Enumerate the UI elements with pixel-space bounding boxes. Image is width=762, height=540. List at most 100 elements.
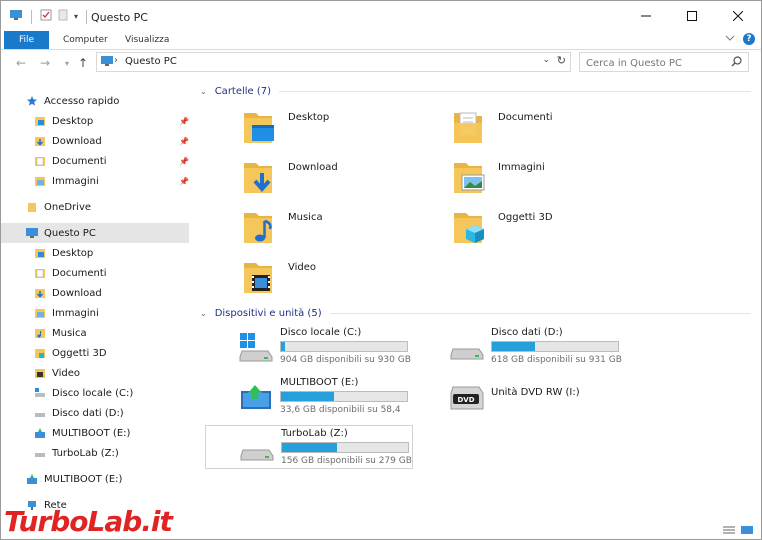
sidebar-item-label: Download	[52, 287, 102, 299]
maximize-button[interactable]	[669, 1, 715, 31]
sidebar-item-label: Documenti	[52, 267, 107, 279]
explorer-window: ▾ Questo PC File Computer Visualizza ? ←…	[0, 0, 762, 540]
details-view-icon[interactable]	[723, 525, 735, 538]
desktop-folder-icon	[33, 114, 47, 128]
address-bar[interactable]: › Questo PC ⌄ ↻	[96, 52, 571, 72]
address-dropdown-icon[interactable]: ⌄	[542, 55, 550, 65]
tab-file[interactable]: File	[4, 31, 49, 49]
new-folder-icon[interactable]	[58, 9, 68, 24]
group-divider	[279, 90, 751, 92]
tab-computer[interactable]: Computer	[63, 31, 108, 49]
collapse-icon[interactable]: ⌄	[200, 309, 207, 318]
folder-desktop[interactable]: Desktop	[242, 107, 329, 147]
view-switcher	[723, 525, 753, 538]
folder-download[interactable]: Download	[242, 157, 338, 197]
devices-group-header[interactable]: ⌄ Dispositivi e unità (5)	[196, 305, 751, 321]
3d-objects-folder-icon	[33, 346, 47, 360]
group-title: Dispositivi e unità (5)	[214, 307, 322, 319]
navigation-pane: Accesso rapido Desktop 📌 Download 📌 Docu…	[1, 85, 191, 539]
usb-drive-icon	[25, 472, 39, 486]
drive-c[interactable]: Disco locale (C:) 904 GB disponibili su …	[238, 325, 446, 369]
folder-musica[interactable]: Musica	[242, 207, 323, 247]
drive-icon	[33, 386, 47, 400]
properties-icon[interactable]	[40, 9, 52, 24]
sidebar-item-label: Download	[52, 135, 102, 147]
capacity-bar-fill	[281, 342, 285, 351]
ribbon-controls: ?	[725, 33, 755, 45]
sidebar-item-musica[interactable]: Musica	[1, 323, 189, 343]
close-button[interactable]	[715, 1, 761, 31]
folder-documenti[interactable]: Documenti	[452, 107, 553, 147]
folder-immagini[interactable]: Immagini	[452, 157, 545, 197]
desktop-folder-icon	[244, 113, 274, 143]
up-button[interactable]: ↑	[75, 55, 91, 71]
drive-label: Unità DVD RW (I:)	[491, 387, 580, 398]
drive-label: Disco locale (C:)	[280, 327, 362, 338]
drive-label: TurboLab (Z:)	[281, 428, 348, 439]
sidebar-item-disco-locale-c[interactable]: Disco locale (C:)	[1, 383, 189, 403]
sidebar-item-desktop[interactable]: Desktop	[1, 243, 189, 263]
drive-free-space: 618 GB disponibili su 931 GB	[491, 355, 622, 365]
pc-icon[interactable]	[9, 9, 23, 24]
sidebar-item-multiboot-e[interactable]: MULTIBOOT (E:)	[1, 423, 189, 443]
folders-group-header[interactable]: ⌄ Cartelle (7)	[196, 83, 751, 99]
pin-icon[interactable]: 📌	[179, 157, 189, 166]
drive-icon	[33, 406, 47, 420]
folder-video[interactable]: Video	[242, 257, 316, 297]
minimize-button[interactable]	[623, 1, 669, 31]
drive-d[interactable]: Disco dati (D:) 618 GB disponibili su 93…	[449, 325, 657, 369]
sidebar-item-oggetti-3d[interactable]: Oggetti 3D	[1, 343, 189, 363]
sidebar-item-video[interactable]: Video	[1, 363, 189, 383]
search-icon[interactable]	[731, 56, 742, 70]
back-button[interactable]: ←	[13, 55, 29, 71]
svg-text:DVD: DVD	[457, 396, 474, 404]
video-folder-icon	[244, 263, 272, 293]
expand-ribbon-icon[interactable]	[725, 34, 735, 45]
sidebar-item-download-quick[interactable]: Download 📌	[1, 131, 189, 151]
sidebar-item-accesso-rapido[interactable]: Accesso rapido	[1, 91, 189, 111]
sidebar-item-label: TurboLab (Z:)	[52, 447, 119, 459]
sidebar-item-multiboot-e-root[interactable]: MULTIBOOT (E:)	[1, 469, 189, 489]
sidebar-item-label: Oggetti 3D	[52, 347, 107, 359]
desktop-folder-icon	[33, 246, 47, 260]
search-box[interactable]	[579, 52, 749, 72]
help-icon[interactable]: ?	[743, 33, 755, 45]
documents-folder-icon	[33, 154, 47, 168]
sidebar-item-documenti-quick[interactable]: Documenti 📌	[1, 151, 189, 171]
sidebar-item-label: Disco locale (C:)	[52, 387, 134, 399]
capacity-bar-fill	[281, 392, 334, 401]
pin-icon[interactable]: 📌	[179, 137, 189, 146]
sidebar-item-label: MULTIBOOT (E:)	[44, 473, 123, 485]
sidebar-item-desktop-quick[interactable]: Desktop 📌	[1, 111, 189, 131]
pc-icon	[101, 56, 113, 70]
large-icons-view-icon[interactable]	[741, 525, 753, 538]
recent-locations-button[interactable]: ▾	[59, 55, 75, 71]
breadcrumb[interactable]: Questo PC	[125, 56, 177, 67]
drive-e[interactable]: MULTIBOOT (E:) 33,6 GB disponibili su 58…	[238, 375, 446, 419]
quick-access-toolbar: ▾	[9, 9, 89, 24]
breadcrumb-chevron-icon[interactable]: ›	[114, 55, 118, 66]
refresh-icon[interactable]: ↻	[557, 54, 566, 67]
sidebar-item-download[interactable]: Download	[1, 283, 189, 303]
sidebar-item-disco-dati-d[interactable]: Disco dati (D:)	[1, 403, 189, 423]
collapse-icon[interactable]: ⌄	[200, 87, 207, 96]
sidebar-item-questo-pc[interactable]: Questo PC	[1, 223, 189, 243]
search-input[interactable]	[584, 54, 728, 72]
toolbar-separator	[86, 9, 88, 24]
pin-icon[interactable]: 📌	[179, 177, 189, 186]
customize-toolbar-icon[interactable]: ▾	[74, 12, 78, 21]
forward-button[interactable]: →	[37, 55, 53, 71]
sidebar-item-immagini[interactable]: Immagini	[1, 303, 189, 323]
pin-icon[interactable]: 📌	[179, 117, 189, 126]
folder-oggetti-3d[interactable]: Oggetti 3D	[452, 207, 553, 247]
content-area: ⌄ Cartelle (7) Desktop Documenti Downloa…	[196, 79, 756, 539]
capacity-bar	[280, 341, 408, 352]
drive-i[interactable]: DVD Unità DVD RW (I:)	[449, 375, 657, 419]
sidebar-item-turbolab-z[interactable]: TurboLab (Z:)	[1, 443, 189, 463]
sidebar-item-label: Musica	[52, 327, 87, 339]
sidebar-item-immagini-quick[interactable]: Immagini 📌	[1, 171, 189, 191]
sidebar-item-onedrive[interactable]: OneDrive	[1, 197, 189, 217]
sidebar-item-documenti[interactable]: Documenti	[1, 263, 189, 283]
drive-z[interactable]: TurboLab (Z:) 156 GB disponibili su 279 …	[205, 425, 413, 469]
tab-visualizza[interactable]: Visualizza	[125, 31, 169, 49]
